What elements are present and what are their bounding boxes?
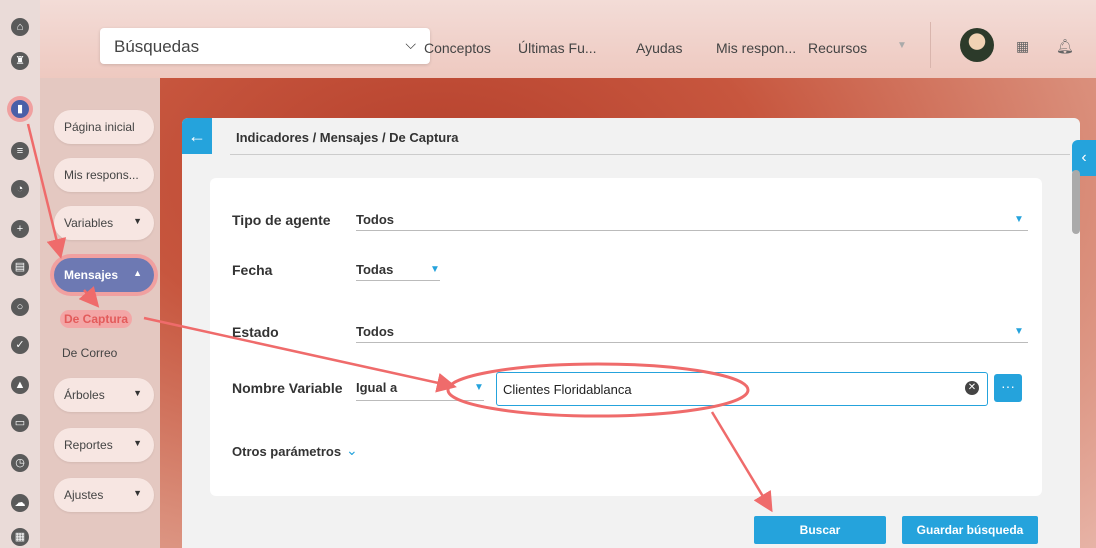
sidebar-item-arboles[interactable]: Árboles ▼ <box>54 378 154 412</box>
check-icon[interactable]: ✓ <box>11 336 29 354</box>
bar-chart-icon[interactable]: ▮ <box>11 100 29 118</box>
nombre-variable-label: Nombre Variable <box>232 380 343 396</box>
variable-name-input[interactable]: Clientes Floridablanca ✕ <box>496 372 988 406</box>
chevron-down-icon: ⌵ <box>405 36 416 52</box>
nav-conceptos[interactable]: Conceptos <box>424 40 491 56</box>
sidebar-subitem-de-correo[interactable]: De Correo <box>62 346 117 360</box>
nav-ultimas[interactable]: Últimas Fu... <box>518 40 597 56</box>
caret-down-icon[interactable]: ▼ <box>430 264 440 275</box>
field-underline <box>356 230 1028 231</box>
list-icon[interactable]: ≡ <box>11 142 29 160</box>
avatar[interactable] <box>960 28 994 62</box>
nav-ayudas[interactable]: Ayudas <box>636 40 682 56</box>
sidebar-item-label: Ajustes <box>64 488 104 502</box>
sidebar-subitem-de-captura[interactable]: De Captura <box>60 310 133 328</box>
breadcrumb: Indicadores / Mensajes / De Captura <box>236 130 459 145</box>
search-label: Búsquedas <box>114 37 200 56</box>
monitor-icon[interactable]: ▭ <box>11 414 29 432</box>
caret-down-icon: ▼ <box>133 216 142 226</box>
sidebar-item-reportes[interactable]: Reportes ▼ <box>54 428 154 462</box>
caret-down-icon: ▼ <box>133 488 142 498</box>
sidebar-item-variables[interactable]: Variables ▼ <box>54 206 154 240</box>
clear-icon[interactable]: ✕ <box>965 381 979 395</box>
document-icon[interactable]: ▤ <box>11 258 29 276</box>
pie-chart-icon[interactable]: ◔ <box>11 180 29 198</box>
fecha-select[interactable]: Todas <box>356 262 393 277</box>
caret-down-icon[interactable]: ▼ <box>474 382 484 393</box>
field-underline <box>356 400 484 401</box>
caret-down-icon[interactable]: ▼ <box>1014 326 1024 337</box>
bell-icon[interactable]: 🔔︎ <box>1056 38 1074 55</box>
cloud-icon[interactable]: ☁ <box>11 494 29 512</box>
side-menu: Página inicial Mis respons... Variables … <box>40 78 160 548</box>
caret-up-icon: ▲ <box>133 268 142 278</box>
sidebar-item-mis-responsabilidades[interactable]: Mis respons... <box>54 158 154 192</box>
sidebar-item-label: Mis respons... <box>64 168 139 182</box>
sidebar-item-label: Árboles <box>64 388 105 402</box>
divider <box>230 154 1070 155</box>
calendar-icon[interactable]: ▦ <box>1016 38 1029 55</box>
fecha-label: Fecha <box>232 262 273 278</box>
topbar-divider <box>930 22 931 68</box>
caret-down-icon[interactable]: ▼ <box>1014 214 1024 225</box>
home-icon[interactable]: ⌂ <box>11 18 29 36</box>
sidebar-item-label: Mensajes <box>64 268 119 282</box>
caret-down-icon: ▼ <box>133 438 142 448</box>
sidebar-item-label: Variables <box>64 216 114 230</box>
back-arrow-icon[interactable]: ← <box>182 118 212 154</box>
sidebar-item-label: Página inicial <box>64 120 135 134</box>
otros-parametros-toggle[interactable]: Otros parámetros <box>232 444 341 459</box>
icon-rail: ⌂ ♜ ▮ ≡ ◔ + ▤ ○ ✓ ▲ ▭ ◷ ☁ ▦ <box>0 0 40 548</box>
guardar-busqueda-button[interactable]: Guardar búsqueda <box>902 516 1038 544</box>
chess-rook-icon[interactable]: ♜ <box>11 52 29 70</box>
tipo-agente-select[interactable]: Todos <box>356 212 394 227</box>
field-underline <box>356 342 1028 343</box>
scrollbar[interactable] <box>1072 170 1080 234</box>
sidebar-item-pagina-inicial[interactable]: Página inicial <box>54 110 154 144</box>
more-options-button[interactable]: ··· <box>994 374 1022 402</box>
chevron-down-icon[interactable]: ⌄ <box>346 442 358 459</box>
top-bar: Búsquedas ⌵ Conceptos Últimas Fu... Ayud… <box>40 0 1096 78</box>
nav-more-icon[interactable]: ▼ <box>897 40 907 51</box>
sidebar-item-mensajes[interactable]: Mensajes ▲ <box>54 258 154 292</box>
search-dropdown[interactable]: Búsquedas ⌵ <box>100 28 430 64</box>
estado-label: Estado <box>232 324 279 340</box>
clock-icon[interactable]: ◷ <box>11 454 29 472</box>
search-form: Tipo de agente Todos ▼ Fecha Todas ▼ Est… <box>210 178 1042 496</box>
variable-name-value: Clientes Floridablanca <box>503 382 632 397</box>
operator-select[interactable]: Igual a <box>356 380 397 395</box>
buscar-button[interactable]: Buscar <box>754 516 886 544</box>
cycle-icon[interactable]: ○ <box>11 298 29 316</box>
nav-recursos[interactable]: Recursos <box>808 40 867 56</box>
tipo-agente-label: Tipo de agente <box>232 212 331 228</box>
calendar-icon[interactable]: ▦ <box>11 528 29 546</box>
plus-square-icon[interactable]: + <box>11 220 29 238</box>
caret-down-icon: ▼ <box>133 388 142 398</box>
sidebar-item-ajustes[interactable]: Ajustes ▼ <box>54 478 154 512</box>
estado-select[interactable]: Todos <box>356 324 394 339</box>
warning-icon[interactable]: ▲ <box>11 376 29 394</box>
sidebar-item-label: Reportes <box>64 438 113 452</box>
main-panel: ← Indicadores / Mensajes / De Captura Ti… <box>182 118 1080 548</box>
nav-mis-responsabilidades[interactable]: Mis respon... <box>716 40 796 56</box>
field-underline <box>356 280 440 281</box>
